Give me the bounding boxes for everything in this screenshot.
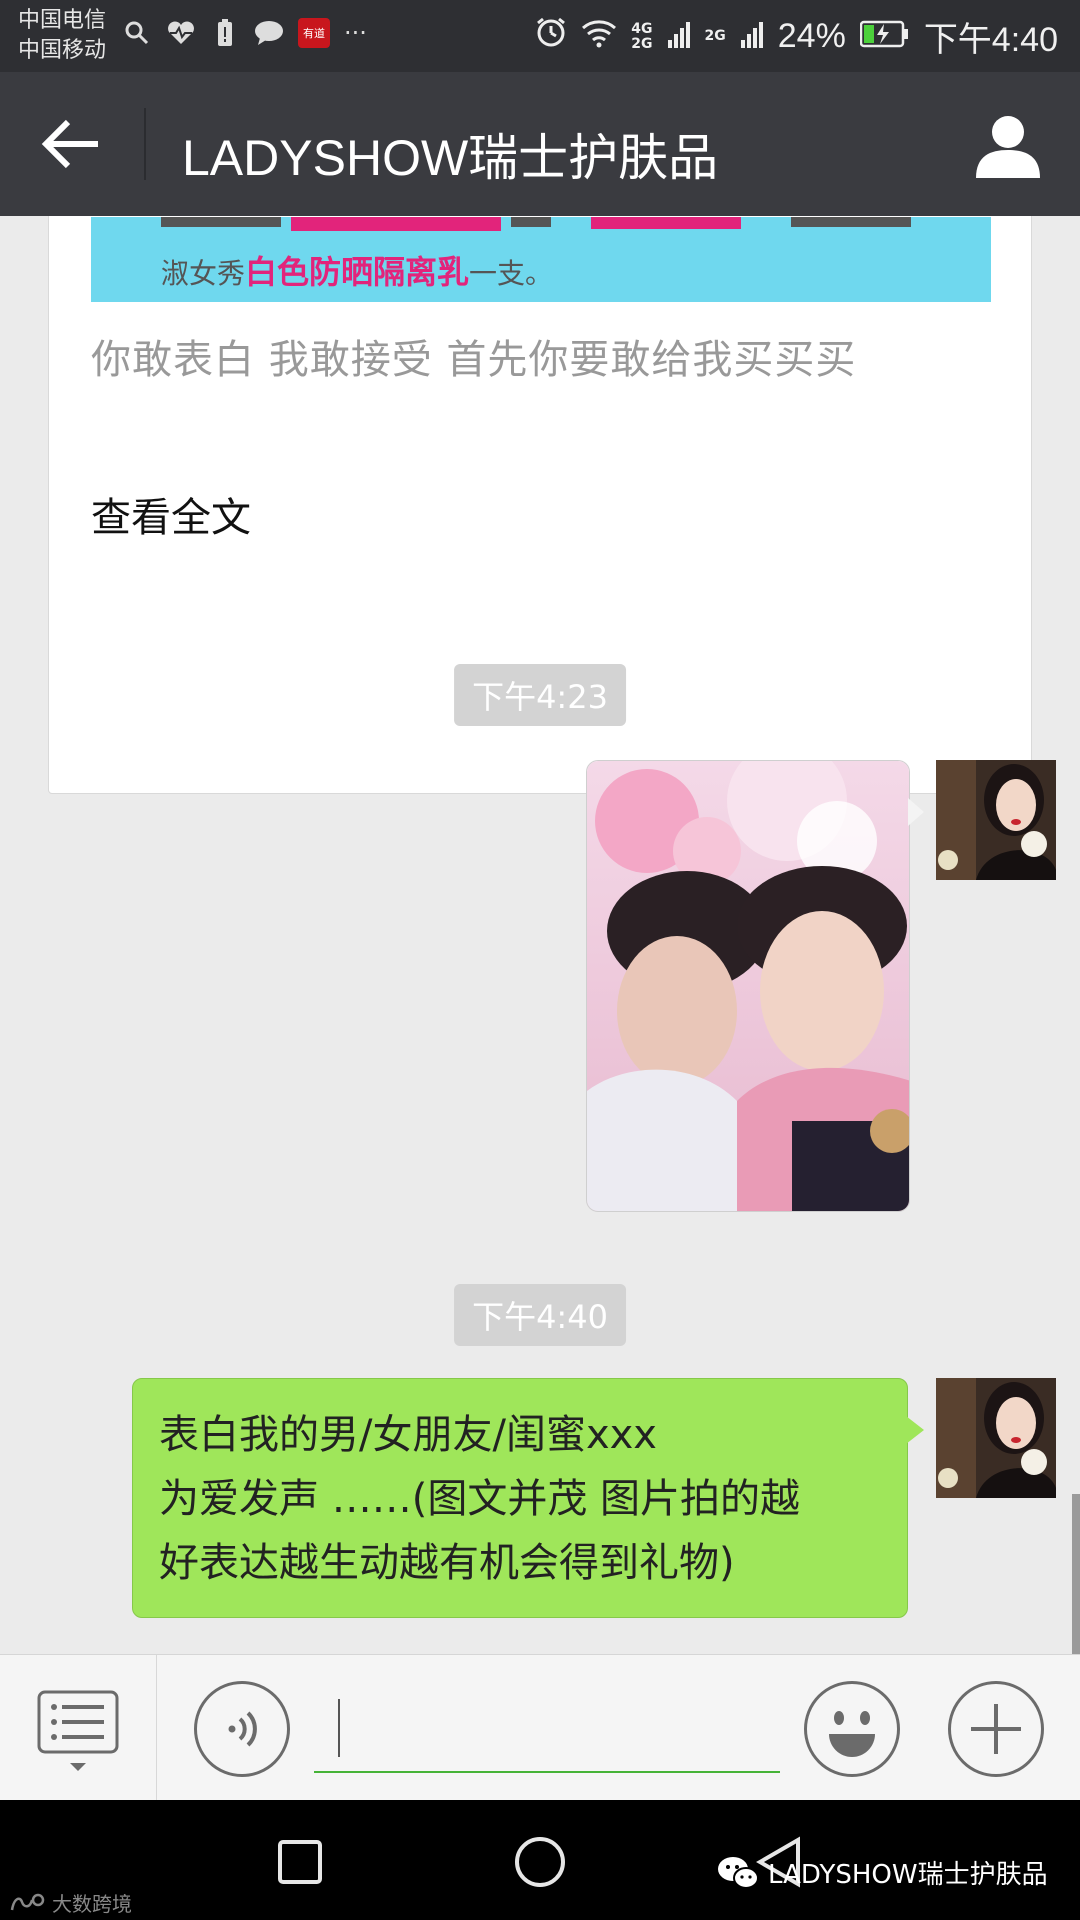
keyboard-menu-icon [37,1690,119,1771]
battery-percent: 24% [777,17,846,55]
heart-rate-icon [166,18,196,48]
watermark-right: LADYSHOW瑞士护肤品 [716,1854,1048,1891]
chat-icon [254,18,284,48]
circle-icon [515,1837,565,1887]
watermark-left: 大数跨境 [10,1888,132,1917]
article-summary: 你敢表白 我敢接受 首先你要敢给我买买买 [91,337,857,383]
message-line: 为爱发声 ……(图文并茂 图片拍的越 [159,1476,801,1522]
message-line: 好表达越生动越有机会得到礼物) [159,1540,735,1586]
emoji-button[interactable] [804,1681,900,1777]
avatar[interactable] [936,760,1056,880]
clock: 下午4:40 [923,21,1058,59]
banner-text: 淑女秀白色防晒隔离乳一支。 [161,253,554,291]
input-bar [0,1654,1080,1801]
profile-button[interactable] [974,112,1042,180]
message-input[interactable] [314,1685,780,1773]
network-type-1: 4G 2G [631,20,653,52]
battery-charging-icon [859,17,910,57]
image-bubble-tail [908,798,924,826]
voice-button[interactable] [194,1681,290,1777]
scrollbar[interactable] [1072,1494,1080,1654]
wechat-icon [718,1856,759,1889]
smiley-icon [829,1711,875,1757]
plus-icon [971,1704,1021,1754]
person-icon [976,116,1040,178]
voice-icon [228,1711,257,1747]
signal-icon [667,17,691,57]
status-bar: 中国电信 中国移动 有道 ··· 4G 2G 2G 24% 下午4:40 [0,0,1080,72]
input-divider [156,1655,157,1801]
selfie-photo [587,761,909,1211]
page-title: LADYSHOW瑞士护肤品 [182,130,719,186]
text-cursor [338,1699,340,1757]
chat-area[interactable]: 淑女秀白色防晒隔离乳一支。 你敢表白 我敢接受 首先你要敢给我买买买 查看全文 … [0,216,1080,1654]
more-icon: ··· [344,19,367,47]
title-bar: LADYSHOW瑞士护肤品 [0,72,1080,216]
text-bubble-tail [906,1416,924,1444]
system-status: 4G 2G 2G 24% 下午4:40 [535,12,1058,61]
avatar-photo [936,1378,1056,1498]
square-icon [278,1840,322,1884]
carrier-2: 中国移动 [18,38,107,63]
message-timestamp: 下午4:23 [454,664,626,726]
message-timestamp: 下午4:40 [454,1284,626,1346]
carrier-1: 中国电信 [18,8,107,33]
carrier-labels: 中国电信 中国移动 [18,6,106,66]
text-message-bubble[interactable]: 表白我的男/女朋友/闺蜜xxx 为爱发声 ……(图文并茂 图片拍的越 好表达越生… [132,1378,908,1618]
network-type-2: 2G [704,28,726,44]
article-banner-image: 淑女秀白色防晒隔离乳一支。 [91,217,991,302]
signal-icon [740,17,764,57]
message-line: 表白我的男/女朋友/闺蜜xxx [159,1412,657,1458]
watermark-logo-icon [10,1893,45,1910]
battery-alert-icon [210,18,240,48]
notification-icons: 有道 ··· [122,18,367,48]
image-message[interactable] [586,760,910,1212]
more-functions-button[interactable] [948,1681,1044,1777]
avatar-photo [936,760,1056,880]
back-button[interactable] [40,114,104,174]
menu-toggle-button[interactable] [36,1689,120,1775]
avatar[interactable] [936,1378,1056,1498]
youdao-icon: 有道 [298,18,330,48]
recent-apps-button[interactable] [272,1834,328,1890]
read-more-link[interactable]: 查看全文 [91,485,251,543]
search-icon [122,18,152,48]
home-button[interactable] [512,1834,568,1890]
wifi-icon [581,17,617,57]
banner-clipped-text [161,217,911,231]
title-divider [144,108,146,180]
alarm-icon [535,16,567,57]
arrow-left-icon [41,119,98,169]
system-nav-bar: 大数跨境 LADYSHOW瑞士护肤品 [0,1800,1080,1920]
